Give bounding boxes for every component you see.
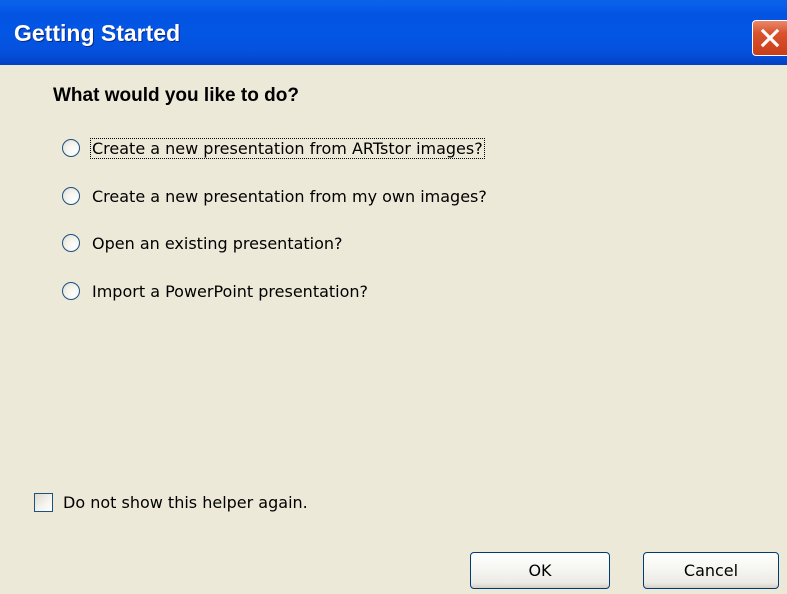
dont-show-again-label[interactable]: Do not show this helper again.: [63, 493, 308, 512]
getting-started-dialog: Getting Started What would you like to d…: [0, 0, 787, 594]
option-own-images[interactable]: Create a new presentation from my own im…: [62, 184, 488, 208]
radio-button[interactable]: [62, 282, 80, 300]
option-label[interactable]: Import a PowerPoint presentation?: [91, 282, 369, 301]
radio-button[interactable]: [62, 187, 80, 205]
cancel-button[interactable]: Cancel: [643, 552, 779, 589]
radio-button[interactable]: [62, 139, 80, 157]
prompt-heading: What would you like to do?: [53, 85, 299, 106]
close-icon: [760, 28, 780, 48]
title-bar[interactable]: Getting Started: [0, 0, 787, 65]
window-title: Getting Started: [14, 20, 181, 46]
dont-show-again-row[interactable]: Do not show this helper again.: [34, 490, 308, 514]
option-label[interactable]: Create a new presentation from my own im…: [91, 187, 488, 206]
option-artstor-images[interactable]: Create a new presentation from ARTstor i…: [62, 136, 485, 160]
ok-button[interactable]: OK: [470, 552, 610, 589]
option-import-powerpoint[interactable]: Import a PowerPoint presentation?: [62, 279, 369, 303]
option-label[interactable]: Create a new presentation from ARTstor i…: [90, 137, 485, 159]
option-label[interactable]: Open an existing presentation?: [91, 234, 344, 253]
close-button[interactable]: [752, 20, 787, 56]
radio-button[interactable]: [62, 234, 80, 252]
option-open-existing[interactable]: Open an existing presentation?: [62, 231, 344, 255]
dont-show-again-checkbox[interactable]: [34, 492, 53, 512]
